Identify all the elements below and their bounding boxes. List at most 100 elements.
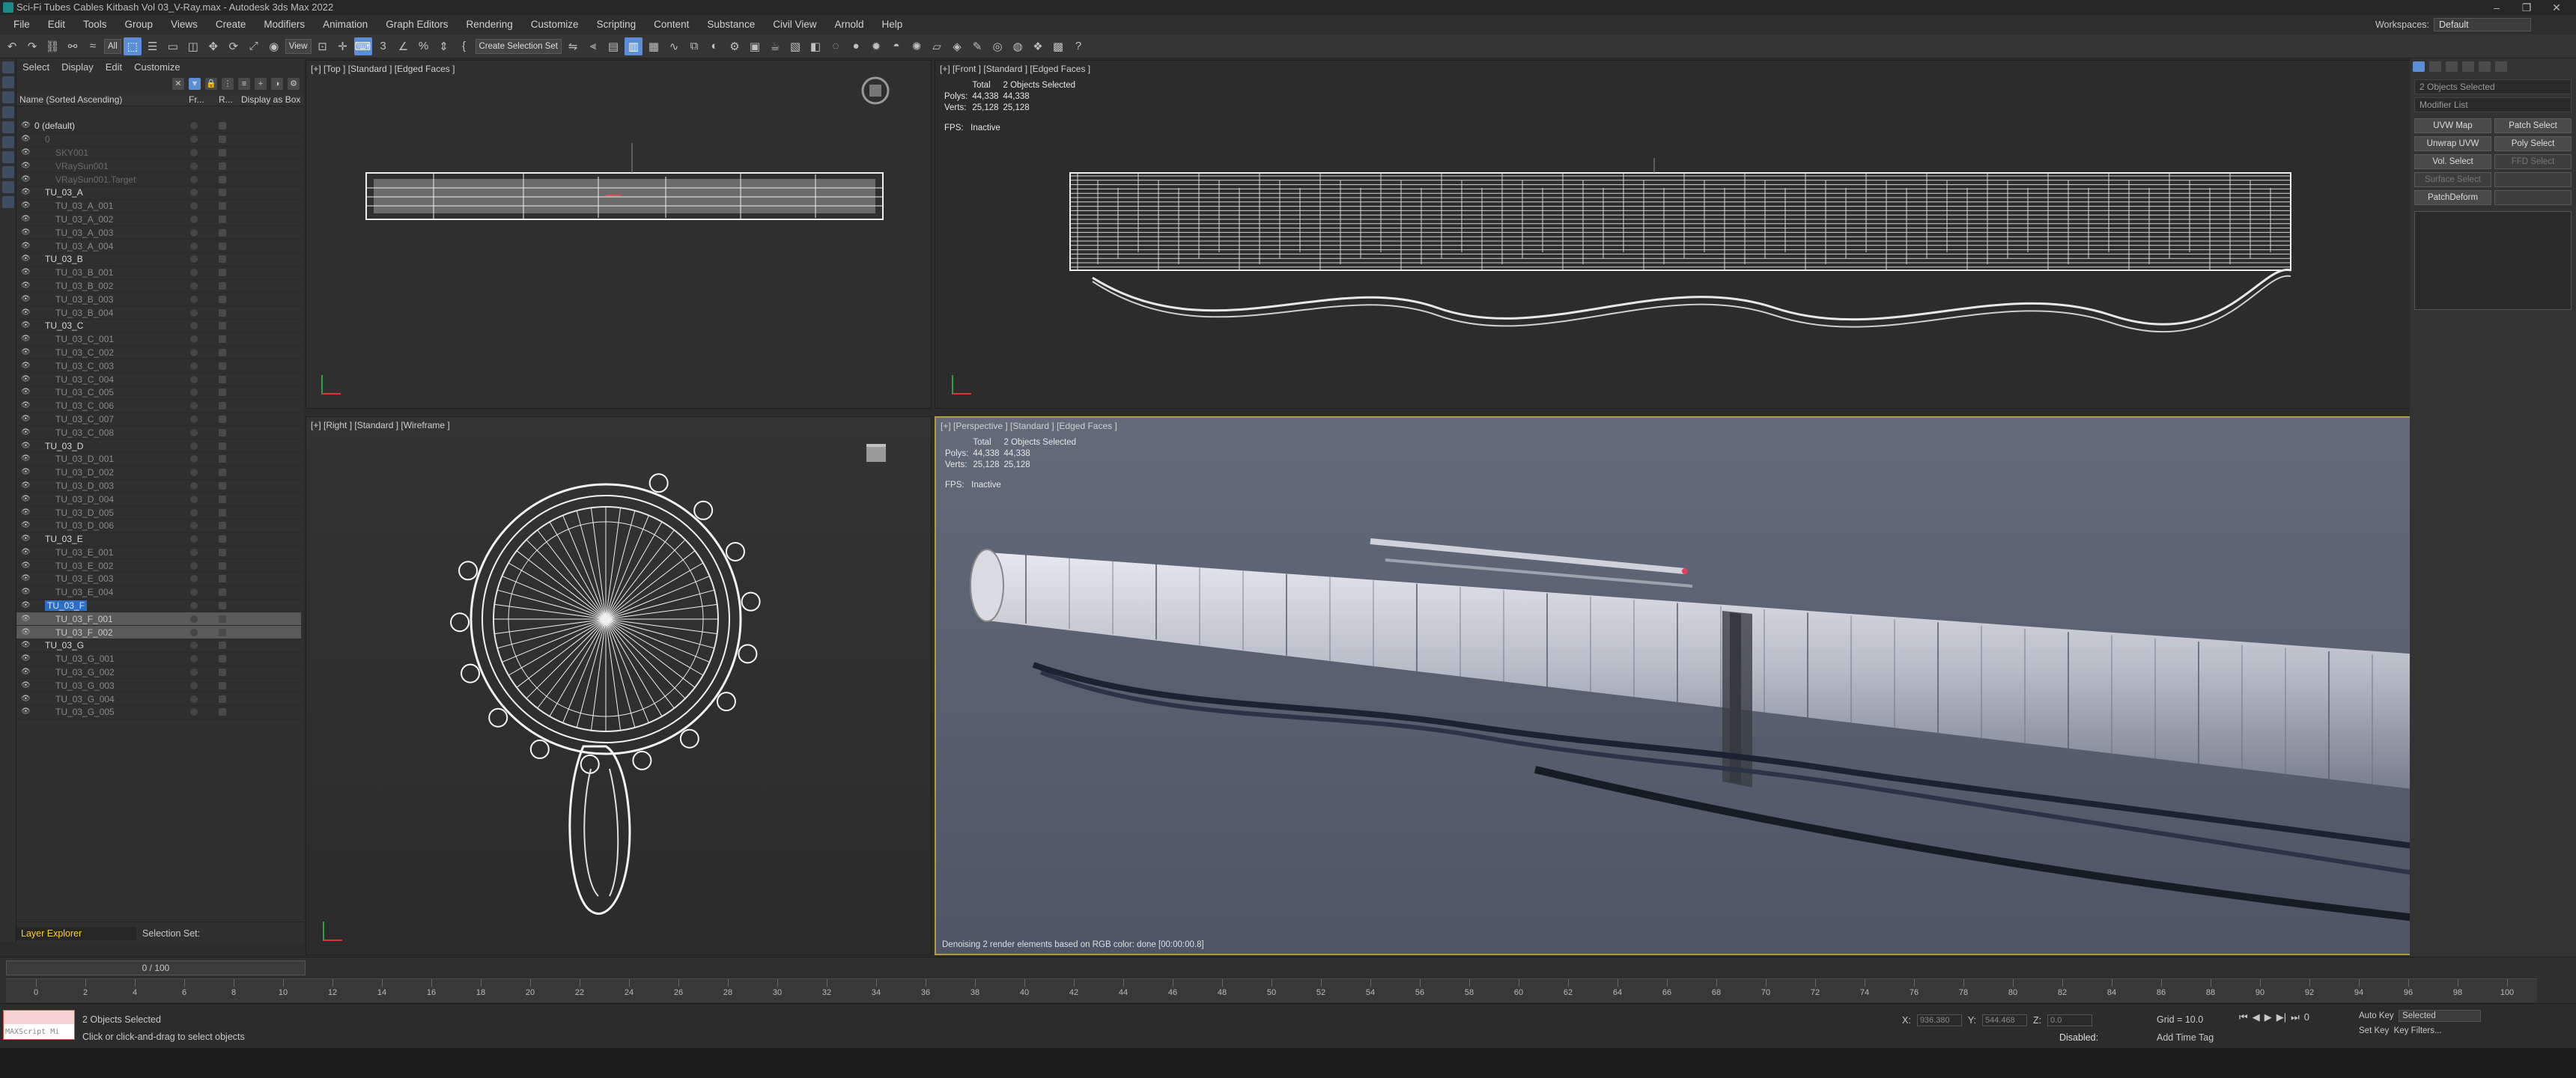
object-row[interactable]: 👁 TU_03_D_006 — [16, 520, 301, 533]
add-time-tag[interactable]: Add Time Tag — [2157, 1032, 2214, 1043]
auto-key-button[interactable]: Auto Key — [2359, 1011, 2394, 1020]
renderable-toggle[interactable] — [219, 269, 226, 277]
object-row[interactable]: 👁 TU_03_A_003 — [16, 226, 301, 240]
maxscript-listener[interactable]: MAXScript Mi — [3, 1010, 75, 1040]
viewport-label[interactable]: [+] [Front ] [Standard ] [Edged Faces ] — [940, 64, 1090, 74]
schematic-view-icon[interactable]: ⧉ — [685, 37, 703, 55]
freeze-toggle[interactable] — [190, 602, 198, 610]
freeze-toggle[interactable] — [190, 242, 198, 250]
visibility-eye-icon[interactable]: 👁 — [21, 535, 31, 543]
menu-file[interactable]: File — [4, 15, 39, 34]
y-field[interactable]: 544.468 — [1981, 1014, 2027, 1026]
vray-plane-icon[interactable]: ▱ — [928, 37, 946, 55]
visibility-eye-icon[interactable]: 👁 — [21, 269, 31, 276]
modifier-button[interactable]: UVW Map — [2414, 118, 2491, 133]
object-row[interactable]: 👁 TU_03_G_001 — [16, 653, 301, 666]
visibility-eye-icon[interactable]: 👁 — [21, 335, 31, 343]
redo-icon[interactable]: ↷ — [23, 37, 41, 55]
vray-light-icon[interactable]: ◌ — [827, 37, 845, 55]
display-tab-icon[interactable] — [2479, 61, 2491, 72]
renderable-toggle[interactable] — [219, 469, 226, 477]
freeze-toggle[interactable] — [190, 575, 198, 583]
settings-icon[interactable]: ⚙ — [288, 78, 300, 90]
menu-edit[interactable]: Edit — [39, 15, 74, 34]
visibility-eye-icon[interactable]: 👁 — [21, 522, 31, 529]
visibility-eye-icon[interactable]: 👁 — [21, 402, 31, 409]
freeze-toggle[interactable] — [190, 175, 198, 183]
visibility-eye-icon[interactable]: 👁 — [21, 415, 31, 423]
freeze-toggle[interactable] — [190, 695, 198, 703]
freeze-toggle[interactable] — [190, 481, 198, 490]
visibility-eye-icon[interactable]: 👁 — [21, 322, 31, 329]
freeze-toggle[interactable] — [190, 189, 198, 197]
viewport-label[interactable]: [+] [Top ] [Standard ] [Edged Faces ] — [311, 64, 455, 74]
vray-ies-icon[interactable]: ✺ — [908, 37, 926, 55]
visibility-eye-icon[interactable]: 👁 — [21, 428, 31, 436]
viewport-right[interactable]: [+] [Right ] [Standard ] [Wireframe ] — [306, 416, 932, 955]
visibility-eye-icon[interactable]: 👁 — [21, 669, 31, 676]
freeze-toggle[interactable] — [190, 469, 198, 477]
layout-tab-icon[interactable] — [2, 151, 14, 163]
menu-views[interactable]: Views — [162, 15, 207, 34]
toggle-layer-explorer-icon[interactable]: ▥ — [624, 37, 643, 55]
object-name-field[interactable]: 2 Objects Selected — [2414, 79, 2572, 94]
next-frame-icon[interactable]: ▶| — [2276, 1011, 2286, 1023]
freeze-toggle[interactable] — [190, 269, 198, 277]
layout-tab-icon[interactable] — [2, 121, 14, 133]
object-row[interactable]: 👁 TU_03_E_004 — [16, 586, 301, 600]
track-bar[interactable]: 0 2 4 6 8 10 12 14 16 18 20 22 24 26 28 30 32 34 36 38 40 42 4… — [6, 978, 2537, 1002]
visibility-eye-icon[interactable]: 👁 — [21, 681, 31, 689]
current-frame-field[interactable]: 0 — [2304, 1011, 2309, 1023]
freeze-toggle[interactable] — [190, 708, 198, 716]
play-icon[interactable]: ▶ — [2264, 1011, 2272, 1023]
freeze-toggle[interactable] — [190, 642, 198, 650]
keyboard-shortcut-icon[interactable]: ⌨ — [353, 37, 372, 55]
unlink-icon[interactable]: ⚯ — [64, 37, 82, 55]
object-row[interactable]: 👁 TU_03_C_004 — [16, 373, 301, 386]
vray-fur-icon[interactable]: ✎ — [968, 37, 986, 55]
layer-explorer-dropdown[interactable]: Layer Explorer — [16, 926, 136, 940]
freeze-toggle[interactable] — [190, 295, 198, 303]
freeze-toggle[interactable] — [190, 335, 198, 344]
renderable-toggle[interactable] — [219, 681, 226, 689]
object-row[interactable]: 👁 TU_03_C_002 — [16, 347, 301, 360]
ribbon-icon[interactable]: ▦ — [645, 37, 663, 55]
goto-end-icon[interactable]: ⏭ — [2291, 1011, 2300, 1023]
renderable-toggle[interactable] — [219, 428, 226, 436]
freeze-toggle[interactable] — [190, 615, 198, 623]
renderable-toggle[interactable] — [219, 561, 226, 570]
renderable-toggle[interactable] — [219, 548, 226, 556]
freeze-toggle[interactable] — [190, 122, 198, 130]
layer-row[interactable]: 👁 TU_03_G — [16, 639, 301, 653]
visibility-eye-icon[interactable]: 👁 — [21, 362, 31, 370]
freeze-toggle[interactable] — [190, 561, 198, 570]
freeze-toggle[interactable] — [190, 681, 198, 689]
menu-content[interactable]: Content — [645, 15, 698, 34]
modifier-button[interactable]: PatchDeform — [2414, 190, 2491, 205]
renderable-toggle[interactable] — [219, 389, 226, 397]
freeze-toggle[interactable] — [190, 655, 198, 663]
freeze-toggle[interactable] — [190, 588, 198, 597]
steering-wheel-icon[interactable] — [860, 76, 890, 106]
z-field[interactable]: 0.0 — [2047, 1014, 2093, 1026]
renderable-toggle[interactable] — [219, 308, 226, 317]
modifier-button[interactable]: Vol. Select — [2414, 154, 2491, 169]
maxscript-output[interactable] — [4, 1011, 74, 1024]
object-row[interactable]: 👁 0 — [16, 133, 301, 147]
toggle-scene-explorer-icon[interactable]: ▤ — [604, 37, 622, 55]
object-row[interactable]: 👁 TU_03_G_005 — [16, 706, 301, 719]
maxscript-input[interactable]: MAXScript Mi — [4, 1026, 74, 1039]
layer-row[interactable]: 👁 0 (default) — [16, 120, 301, 133]
freeze-toggle[interactable] — [190, 148, 198, 156]
visibility-eye-icon[interactable]: 👁 — [21, 375, 31, 383]
filter-icon[interactable]: ▼ — [189, 78, 201, 90]
object-row[interactable]: 👁 SKY001 — [16, 147, 301, 160]
freeze-toggle[interactable] — [190, 348, 198, 356]
freeze-toggle[interactable] — [190, 415, 198, 423]
visibility-eye-icon[interactable]: 👁 — [21, 135, 31, 143]
visibility-eye-icon[interactable]: 👁 — [21, 481, 31, 490]
object-row[interactable]: 👁 TU_03_F_002 — [16, 626, 301, 640]
visibility-eye-icon[interactable]: 👁 — [21, 548, 31, 556]
renderable-toggle[interactable] — [219, 242, 226, 250]
link-icon[interactable]: ⛓ — [43, 37, 61, 55]
